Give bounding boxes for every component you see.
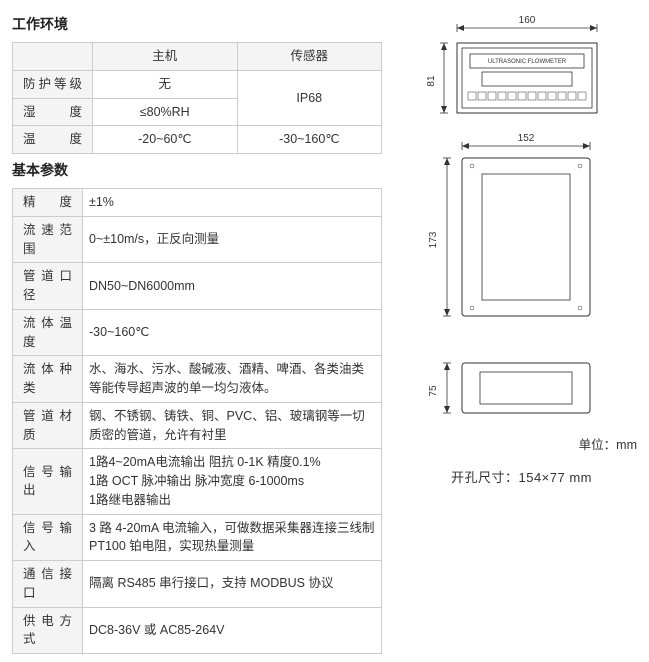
row-value: ≤80%RH <box>93 98 238 126</box>
device-label: ULTRASONIC FLOWMETER <box>487 59 566 65</box>
diagram-front: 160 81 ULTRASONIC FLOWMETER <box>422 8 622 128</box>
row-label: 精 度 <box>13 189 83 217</box>
table-row: 管道材质钢、不锈钢、铸铁、铜、PVC、铝、玻璃钢等一切质密的管道，允许有衬里 <box>13 402 382 449</box>
table-row: 主机 传感器 <box>13 43 382 71</box>
unit-label: 单位：mm <box>406 434 637 453</box>
dim-width-160: 160 <box>518 15 535 26</box>
col-sensor: 传感器 <box>237 43 382 71</box>
table-row: 流速范围0~±10m/s，正反向测量 <box>13 216 382 263</box>
row-label: 温 度 <box>13 126 93 154</box>
row-label: 流体种类 <box>13 356 83 403</box>
table-row: 信号输出1路4~20mA电流输出 阻抗 0-1K 精度0.1% 1路 OCT 脉… <box>13 449 382 514</box>
row-value: IP68 <box>237 70 382 126</box>
row-value: 隔离 RS485 串行接口，支持 MODBUS 协议 <box>83 561 382 608</box>
row-label: 信号输出 <box>13 449 83 514</box>
row-value: 0~±10m/s，正反向测量 <box>83 216 382 263</box>
row-value: -30~160℃ <box>83 309 382 356</box>
row-value: 无 <box>93 70 238 98</box>
table-row: 防护等级 无 IP68 <box>13 70 382 98</box>
row-label: 流速范围 <box>13 216 83 263</box>
row-label: 通信接口 <box>13 561 83 608</box>
row-label: 管道口径 <box>13 263 83 310</box>
table-row: 温 度 -20~60℃ -30~160℃ <box>13 126 382 154</box>
params-table: 精 度±1% 流速范围0~±10m/s，正反向测量 管道口径DN50~DN600… <box>12 188 382 654</box>
row-value: 3 路 4-20mA 电流输入，可做数据采集器连接三线制 PT100 铂电阻，实… <box>83 514 382 561</box>
row-label: 流体温度 <box>13 309 83 356</box>
diagram-side: 152 173 <box>422 128 622 348</box>
row-value: 1路4~20mA电流输出 阻抗 0-1K 精度0.1% 1路 OCT 脉冲输出 … <box>83 449 382 514</box>
row-value: DN50~DN6000mm <box>83 263 382 310</box>
row-label: 管道材质 <box>13 402 83 449</box>
table-row: 供电方式DC8-36V 或 AC85-264V <box>13 607 382 654</box>
row-label: 供电方式 <box>13 607 83 654</box>
row-label: 防护等级 <box>13 70 93 98</box>
dim-height-81: 81 <box>426 75 437 87</box>
row-value: 钢、不锈钢、铸铁、铜、PVC、铝、玻璃钢等一切质密的管道，允许有衬里 <box>83 402 382 449</box>
table-row: 流体温度-30~160℃ <box>13 309 382 356</box>
row-value: ±1% <box>83 189 382 217</box>
diagram-bottom: 75 <box>422 348 622 428</box>
row-value: DC8-36V 或 AC85-264V <box>83 607 382 654</box>
table-row: 流体种类水、海水、污水、酸碱液、酒精、啤酒、各类油类等能传导超声波的单一均匀液体… <box>13 356 382 403</box>
row-label: 湿 度 <box>13 98 93 126</box>
section-title-env: 工作环境 <box>12 14 382 34</box>
row-value: -20~60℃ <box>93 126 238 154</box>
dim-width-152: 152 <box>517 133 534 144</box>
row-value: -30~160℃ <box>237 126 382 154</box>
table-row: 精 度±1% <box>13 189 382 217</box>
section-title-params: 基本参数 <box>12 160 382 180</box>
table-row: 通信接口隔离 RS485 串行接口，支持 MODBUS 协议 <box>13 561 382 608</box>
dim-height-75: 75 <box>428 385 439 397</box>
table-row: 信号输入3 路 4-20mA 电流输入，可做数据采集器连接三线制 PT100 铂… <box>13 514 382 561</box>
row-label: 信号输入 <box>13 514 83 561</box>
table-row: 管道口径DN50~DN6000mm <box>13 263 382 310</box>
row-value: 水、海水、污水、酸碱液、酒精、啤酒、各类油类等能传导超声波的单一均匀液体。 <box>83 356 382 403</box>
col-host: 主机 <box>93 43 238 71</box>
env-table: 主机 传感器 防护等级 无 IP68 湿 度 ≤80%RH 温 度 -20~60… <box>12 42 382 154</box>
cutout-label: 开孔尺寸：154×77 mm <box>406 467 637 486</box>
dim-height-173: 173 <box>428 231 439 248</box>
